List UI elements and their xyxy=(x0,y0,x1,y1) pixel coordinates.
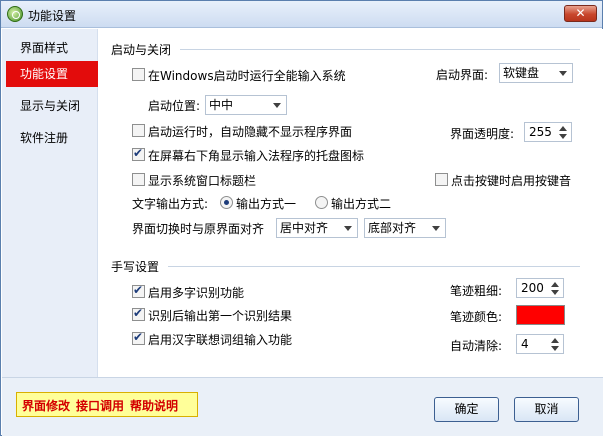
show-titlebar-checkbox[interactable] xyxy=(132,173,145,186)
link-interface-modify[interactable]: 界面修改 xyxy=(22,399,70,413)
run-on-windows-checkbox[interactable] xyxy=(132,68,145,81)
link-help[interactable]: 帮助说明 xyxy=(130,399,178,413)
output-mode-two-label: 输出方式二 xyxy=(331,197,392,211)
opacity-value: 255 xyxy=(529,125,552,139)
help-links-box: 界面修改 接口调用 帮助说明 xyxy=(16,392,198,417)
chevron-down-icon xyxy=(344,226,352,231)
stroke-width-value: 200 xyxy=(521,281,544,295)
auto-clear-spinner[interactable]: 4 xyxy=(516,334,564,354)
startup-position-value: 中中 xyxy=(209,98,234,112)
sidebar: 界面样式 功能设置 显示与关闭 软件注册 xyxy=(2,29,98,377)
title-bar[interactable]: 功能设置 ✕ xyxy=(1,1,602,28)
sidebar-item-software-register[interactable]: 软件注册 xyxy=(6,125,98,151)
sidebar-item-interface-style[interactable]: 界面样式 xyxy=(6,35,98,61)
link-interface-call[interactable]: 接口调用 xyxy=(76,399,124,413)
spin-down-icon[interactable] xyxy=(551,290,559,295)
output-first-checkbox[interactable] xyxy=(132,306,145,321)
stroke-width-label: 笔迹粗细: xyxy=(450,284,503,298)
spin-down-icon[interactable] xyxy=(551,346,559,351)
association-label: 启用汉字联想词组输入功能 xyxy=(148,333,293,347)
output-mode-one-radio[interactable] xyxy=(220,196,233,209)
handwriting-divider xyxy=(168,266,580,267)
startup-position-select[interactable]: 中中 xyxy=(205,95,287,115)
tray-icon-checkbox[interactable] xyxy=(132,146,145,161)
auto-clear-label: 自动清除: xyxy=(450,339,503,353)
show-titlebar-label: 显示系统窗口标题栏 xyxy=(148,174,257,188)
sidebar-item-display-close[interactable]: 显示与关闭 xyxy=(6,93,98,119)
key-sound-checkbox[interactable] xyxy=(435,173,448,186)
stroke-color-label: 笔迹颜色: xyxy=(450,310,503,324)
run-on-windows-label: 在Windows启动时运行全能输入系统 xyxy=(148,69,346,83)
startup-position-label: 启动位置: xyxy=(148,99,201,113)
auto-hide-label: 启动运行时，自动隐藏不显示程序界面 xyxy=(148,125,353,139)
horizontal-align-select[interactable]: 居中对齐 xyxy=(276,218,358,238)
settings-window: 功能设置 ✕ 界面样式 功能设置 显示与关闭 软件注册 启动与关闭 在Windo… xyxy=(0,0,603,436)
output-mode-two-radio[interactable] xyxy=(315,196,328,209)
multi-char-checkbox[interactable] xyxy=(132,283,145,298)
chevron-down-icon xyxy=(559,71,567,76)
app-logo-icon xyxy=(7,6,23,22)
vertical-align-value: 底部对齐 xyxy=(368,221,417,235)
spin-up-icon[interactable] xyxy=(551,338,559,343)
settings-panel: 启动与关闭 在Windows启动时运行全能输入系统 启动界面: 软键盘 启动位置… xyxy=(98,29,603,377)
startup-screen-label: 启动界面: xyxy=(436,68,489,82)
output-mode-one-label: 输出方式一 xyxy=(236,197,297,211)
auto-clear-value: 4 xyxy=(521,337,529,351)
vertical-align-select[interactable]: 底部对齐 xyxy=(364,218,446,238)
tray-icon-label: 在屏幕右下角显示输入法程序的托盘图标 xyxy=(148,149,365,163)
chevron-down-icon xyxy=(273,103,281,108)
spin-up-icon[interactable] xyxy=(551,282,559,287)
text-output-label: 文字输出方式: xyxy=(132,197,209,211)
spin-down-icon[interactable] xyxy=(559,134,567,139)
startup-screen-select[interactable]: 软键盘 xyxy=(499,63,573,83)
chevron-down-icon xyxy=(432,226,440,231)
handwriting-section-title: 手写设置 xyxy=(111,260,160,274)
cancel-button[interactable]: 取消 xyxy=(514,397,579,422)
ok-button[interactable]: 确定 xyxy=(434,397,499,422)
key-sound-label: 点击按键时启用按键音 xyxy=(451,174,572,188)
align-label: 界面切换时与原界面对齐 xyxy=(132,222,265,236)
startup-section-title: 启动与关闭 xyxy=(111,43,172,57)
opacity-label: 界面透明度: xyxy=(450,127,515,141)
spin-up-icon[interactable] xyxy=(559,126,567,131)
opacity-spinner[interactable]: 255 xyxy=(524,122,572,142)
stroke-width-spinner[interactable]: 200 xyxy=(516,278,564,298)
stroke-color-swatch[interactable] xyxy=(516,305,565,325)
sidebar-item-feature-settings[interactable]: 功能设置 xyxy=(6,61,98,87)
multi-char-label: 启用多字识别功能 xyxy=(148,286,245,300)
footer: 界面修改 接口调用 帮助说明 确定 取消 xyxy=(2,377,603,436)
close-button[interactable]: ✕ xyxy=(564,5,597,22)
startup-divider xyxy=(180,49,580,50)
horizontal-align-value: 居中对齐 xyxy=(280,221,329,235)
output-first-label: 识别后输出第一个识别结果 xyxy=(148,309,293,323)
auto-hide-checkbox[interactable] xyxy=(132,124,145,137)
startup-screen-value: 软键盘 xyxy=(503,66,540,80)
association-checkbox[interactable] xyxy=(132,330,145,345)
window-title: 功能设置 xyxy=(28,9,77,23)
